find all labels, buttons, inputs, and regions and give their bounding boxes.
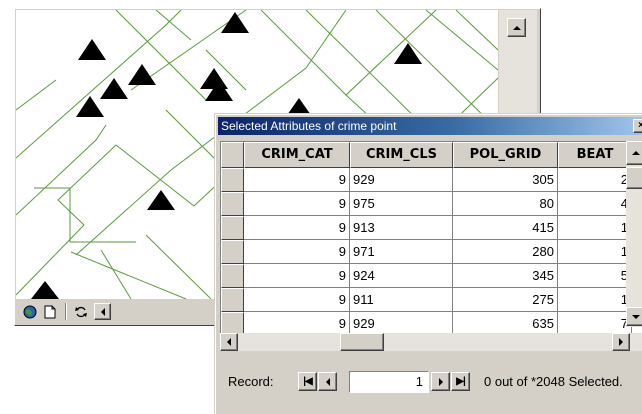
table-vertical-scrollbar[interactable] xyxy=(626,141,642,327)
attributes-titlebar[interactable]: Selected Attributes of crime point × xyxy=(218,117,642,135)
crime-point-marker xyxy=(221,12,249,33)
crime-point-marker xyxy=(100,78,128,99)
row-selector[interactable] xyxy=(221,240,244,264)
toolbar-separator xyxy=(65,303,67,320)
last-record-icon: ▶| xyxy=(456,376,465,387)
selection-status: 0 out of *2048 Selected. xyxy=(484,374,623,389)
row-selector[interactable] xyxy=(221,216,244,240)
table-row[interactable]: 9 929 305 2 xyxy=(221,168,642,192)
cell-pol-grid[interactable]: 345 xyxy=(453,264,558,288)
cell-crim-cat[interactable]: 9 xyxy=(244,192,350,216)
column-header-pol-grid[interactable]: POL_GRID xyxy=(453,142,558,168)
cell-pol-grid[interactable]: 275 xyxy=(453,288,558,312)
column-header-crim-cat[interactable]: CRIM_CAT xyxy=(244,142,350,168)
cell-beat[interactable]: 1 xyxy=(558,216,632,240)
close-button[interactable]: × xyxy=(633,119,642,133)
previous-record-icon xyxy=(325,377,330,386)
attributes-window: Selected Attributes of crime point × CRI… xyxy=(214,113,642,414)
cell-beat[interactable]: 5 xyxy=(558,264,632,288)
table-hscroll-thumb[interactable] xyxy=(340,333,384,351)
page-layout-icon[interactable] xyxy=(42,304,58,320)
chevron-left-icon xyxy=(100,307,105,316)
record-navigation-bar: Record: |◀ 1 ▶| 0 out of *2048 Selected. xyxy=(220,368,642,396)
record-number-input[interactable]: 1 xyxy=(349,371,429,393)
table-row[interactable]: 9 913 415 1 xyxy=(221,216,642,240)
attribute-table: CRIM_CAT CRIM_CLS POL_GRID BEAT 9 929 305 2… xyxy=(220,141,642,342)
record-label: Record: xyxy=(228,374,274,389)
table-horizontal-scrollbar[interactable] xyxy=(220,333,642,351)
cell-crim-cls[interactable]: 911 xyxy=(350,288,453,312)
window-title: Selected Attributes of crime point xyxy=(221,119,397,133)
column-header-crim-cls[interactable]: CRIM_CLS xyxy=(350,142,453,168)
chevron-right-icon xyxy=(619,338,623,346)
table-scroll-thumb[interactable] xyxy=(626,167,642,189)
map-scroll-up-button[interactable] xyxy=(507,18,526,37)
table-scroll-down-button[interactable] xyxy=(626,307,642,326)
cell-crim-cls[interactable]: 975 xyxy=(350,192,453,216)
table-scroll-up-button[interactable] xyxy=(626,141,642,165)
chevron-down-icon xyxy=(631,314,640,319)
crime-point-marker xyxy=(200,68,228,89)
table-header: CRIM_CAT CRIM_CLS POL_GRID BEAT xyxy=(221,142,642,168)
cell-pol-grid[interactable]: 415 xyxy=(453,216,558,240)
table-row[interactable]: 9 971 280 1 xyxy=(221,240,642,264)
crime-point-marker xyxy=(31,281,59,299)
chevron-up-icon xyxy=(631,151,640,155)
row-selector[interactable] xyxy=(221,168,244,192)
cell-crim-cls[interactable]: 971 xyxy=(350,240,453,264)
crime-point-marker xyxy=(128,64,156,85)
cell-crim-cat[interactable]: 9 xyxy=(244,264,350,288)
next-record-button[interactable] xyxy=(431,372,450,391)
last-record-button[interactable]: ▶| xyxy=(451,372,470,391)
table-row[interactable]: 9 924 345 5 xyxy=(221,264,642,288)
cell-beat[interactable]: 1 xyxy=(558,240,632,264)
globe-icon[interactable] xyxy=(22,304,38,320)
row-selector[interactable] xyxy=(221,288,244,312)
cell-pol-grid[interactable]: 280 xyxy=(453,240,558,264)
row-selector[interactable] xyxy=(221,192,244,216)
row-selector[interactable] xyxy=(221,264,244,288)
cell-beat[interactable]: 2 xyxy=(558,168,632,192)
cell-crim-cat[interactable]: 9 xyxy=(244,168,350,192)
cell-crim-cls[interactable]: 929 xyxy=(350,168,453,192)
crime-point-marker xyxy=(78,39,106,60)
cell-crim-cat[interactable]: 9 xyxy=(244,288,350,312)
cell-pol-grid[interactable]: 305 xyxy=(453,168,558,192)
next-record-icon xyxy=(438,377,443,386)
cell-crim-cat[interactable]: 9 xyxy=(244,240,350,264)
crime-point-marker xyxy=(76,96,104,117)
select-all-cell[interactable] xyxy=(221,142,244,168)
cell-beat[interactable]: 1 xyxy=(558,288,632,312)
refresh-icon[interactable] xyxy=(73,304,89,320)
cell-crim-cls[interactable]: 924 xyxy=(350,264,453,288)
close-icon: × xyxy=(638,120,642,131)
table-scroll-right-button[interactable] xyxy=(612,333,630,351)
cell-crim-cat[interactable]: 9 xyxy=(244,216,350,240)
chevron-up-icon xyxy=(512,25,521,30)
table-scroll-left-button[interactable] xyxy=(220,333,238,351)
first-record-icon: |◀ xyxy=(303,376,312,387)
column-header-beat[interactable]: BEAT xyxy=(558,142,632,168)
table-row[interactable]: 9 911 275 1 xyxy=(221,288,642,312)
cell-pol-grid[interactable]: 80 xyxy=(453,192,558,216)
table-row[interactable]: 9 975 80 4 xyxy=(221,192,642,216)
map-scroll-left-button[interactable] xyxy=(94,303,111,320)
first-record-button[interactable]: |◀ xyxy=(298,372,317,391)
previous-record-button[interactable] xyxy=(318,372,337,391)
cell-crim-cls[interactable]: 913 xyxy=(350,216,453,240)
chevron-left-icon xyxy=(227,338,231,346)
cell-beat[interactable]: 4 xyxy=(558,192,632,216)
crime-point-marker xyxy=(147,190,175,210)
